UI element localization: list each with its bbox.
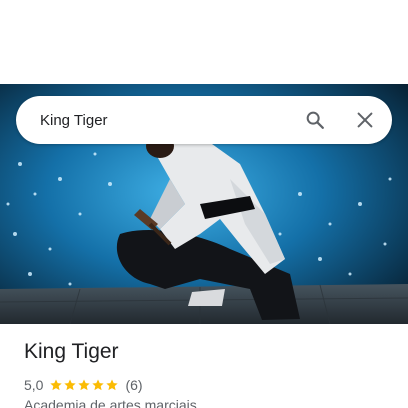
review-count: (6)	[125, 377, 143, 393]
search-button[interactable]	[303, 108, 327, 132]
search-bar	[16, 96, 392, 144]
search-input[interactable]	[40, 96, 290, 144]
rating-row[interactable]: 5,0 (6)	[24, 376, 143, 394]
star-icon	[105, 378, 119, 392]
star-icon	[63, 378, 77, 392]
star-icon	[91, 378, 105, 392]
place-title: King Tiger	[24, 340, 119, 363]
rating-stars	[49, 378, 119, 392]
close-button[interactable]	[353, 108, 377, 132]
rating-value: 5,0	[24, 377, 44, 393]
place-details-screen: King Tiger 5,0 (6) Academia de artes mar…	[0, 0, 408, 408]
place-category: Academia de artes marciais	[24, 397, 197, 408]
star-icon	[77, 378, 91, 392]
star-icon	[49, 378, 63, 392]
close-icon	[357, 112, 373, 128]
search-icon	[306, 111, 324, 129]
